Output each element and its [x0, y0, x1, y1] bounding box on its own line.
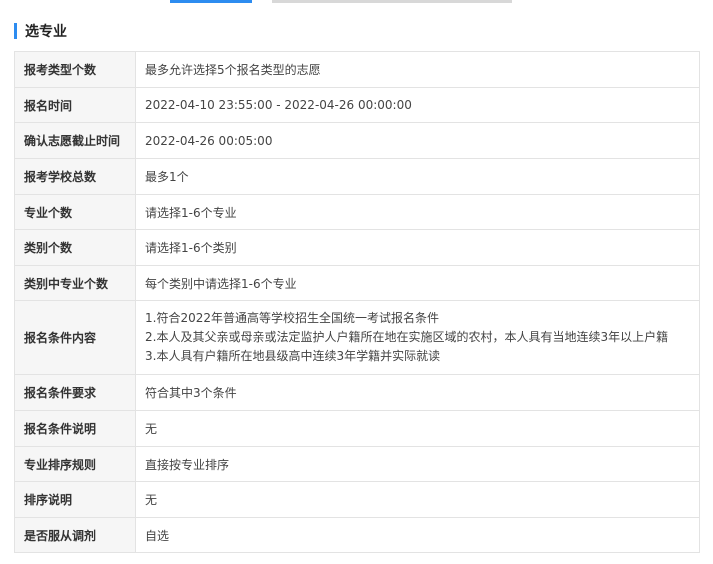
table-row: 报考类型个数 最多允许选择5个报名类型的志愿 [14, 51, 700, 88]
table-row: 确认志愿截止时间 2022-04-26 00:05:00 [14, 122, 700, 159]
registration-info-table: 报考类型个数 最多允许选择5个报名类型的志愿 报名时间 2022-04-10 2… [14, 51, 700, 553]
row-label: 专业排序规则 [14, 446, 136, 482]
row-value: 直接按专业排序 [135, 446, 700, 482]
row-value: 请选择1-6个类别 [135, 229, 700, 266]
row-label: 类别个数 [14, 229, 136, 266]
row-label: 报名条件说明 [14, 410, 136, 447]
table-row: 是否服从调剂 自选 [14, 517, 700, 553]
row-value: 符合其中3个条件 [135, 374, 700, 411]
row-label: 排序说明 [14, 481, 136, 518]
condition-line: 1.符合2022年普通高等学校招生全国统一考试报名条件 [145, 311, 439, 325]
table-row: 报考学校总数 最多1个 [14, 158, 700, 195]
row-value: 2022-04-10 23:55:00 - 2022-04-26 00:00:0… [135, 87, 700, 123]
row-value: 每个类别中请选择1-6个专业 [135, 265, 700, 301]
row-value: 无 [135, 410, 700, 447]
condition-line: 3.本人具有户籍所在地县级高中连续3年学籍并实际就读 [145, 349, 441, 363]
table-row: 类别个数 请选择1-6个类别 [14, 229, 700, 266]
table-row: 报名条件要求 符合其中3个条件 [14, 374, 700, 411]
table-row: 排序说明 无 [14, 481, 700, 518]
condition-line: 2.本人及其父亲或母亲或法定监护人户籍所在地在实施区域的农村，本人具有当地连续3… [145, 330, 669, 344]
row-value: 自选 [135, 517, 700, 553]
row-label: 报考类型个数 [14, 51, 136, 88]
active-tab-underline [170, 0, 252, 3]
table-row: 专业个数 请选择1-6个专业 [14, 194, 700, 230]
row-value: 请选择1-6个专业 [135, 194, 700, 230]
table-row: 报名时间 2022-04-10 23:55:00 - 2022-04-26 00… [14, 87, 700, 123]
table-row: 报名条件内容 1.符合2022年普通高等学校招生全国统一考试报名条件 2.本人及… [14, 300, 700, 375]
section-title: 选专业 [25, 24, 67, 40]
row-value: 最多1个 [135, 158, 700, 195]
row-label: 报考学校总数 [14, 158, 136, 195]
row-label: 确认志愿截止时间 [14, 122, 136, 159]
row-label: 专业个数 [14, 194, 136, 230]
row-label: 是否服从调剂 [14, 517, 136, 553]
section-header: 选专业 [14, 20, 67, 42]
table-row: 类别中专业个数 每个类别中请选择1-6个专业 [14, 265, 700, 301]
row-label: 报名条件内容 [14, 300, 136, 375]
row-value: 无 [135, 481, 700, 518]
inactive-tab-strip [272, 0, 512, 3]
section-accent-bar [14, 23, 17, 39]
row-value: 2022-04-26 00:05:00 [135, 122, 700, 159]
row-value-multiline: 1.符合2022年普通高等学校招生全国统一考试报名条件 2.本人及其父亲或母亲或… [135, 300, 700, 375]
table-row: 专业排序规则 直接按专业排序 [14, 446, 700, 482]
row-label: 报名时间 [14, 87, 136, 123]
row-label: 报名条件要求 [14, 374, 136, 411]
row-value: 最多允许选择5个报名类型的志愿 [135, 51, 700, 88]
cropped-tab-strip [0, 0, 713, 6]
table-row: 报名条件说明 无 [14, 410, 700, 447]
row-label: 类别中专业个数 [14, 265, 136, 301]
